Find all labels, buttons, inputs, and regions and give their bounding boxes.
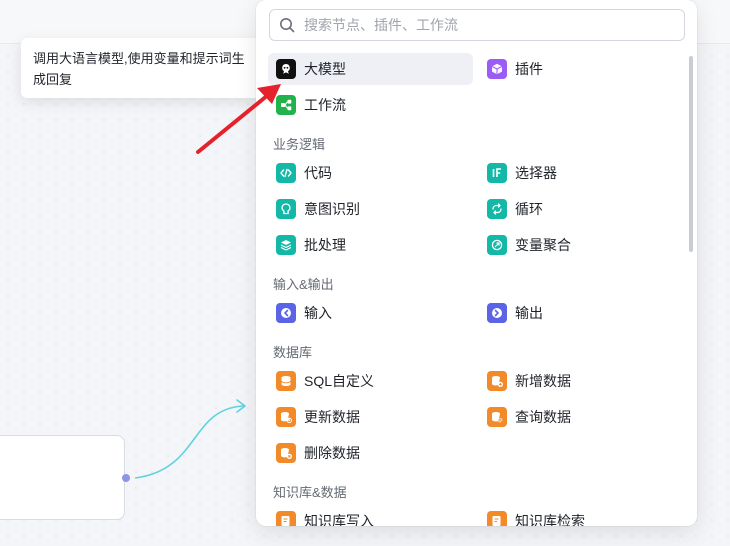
node-item-label: 循环: [515, 201, 543, 217]
node-picker-panel: 大模型 插件 工作流 业务逻辑 代码 选择器 意图识别 循环: [256, 0, 697, 526]
output-icon: [487, 303, 507, 323]
node-item-var-aggregate[interactable]: 变量聚合: [479, 229, 679, 261]
node-item-intent[interactable]: 意图识别: [268, 193, 468, 225]
kb-write-icon: [276, 511, 296, 526]
node-item-loop[interactable]: 循环: [479, 193, 679, 225]
node-item-label: 插件: [515, 61, 543, 77]
search-icon: [278, 16, 296, 34]
node-item-label: 大模型: [304, 61, 346, 77]
tooltip-text: 调用大语言模型,使用变量和提示词生成回复: [33, 51, 245, 87]
section-title-business-logic: 业务逻辑: [273, 137, 326, 152]
node-item-plugin[interactable]: 插件: [479, 53, 679, 85]
node-item-label: SQL自定义: [304, 373, 375, 389]
llm-icon: [276, 59, 296, 79]
node-item-selector[interactable]: 选择器: [479, 157, 679, 189]
search-input[interactable]: [304, 17, 684, 33]
input-icon: [276, 303, 296, 323]
node-item-label: 删除数据: [304, 445, 360, 461]
node-item-kb-search[interactable]: 知识库检索: [479, 505, 679, 526]
node-item-label: 变量聚合: [515, 237, 571, 253]
node-item-kb-write[interactable]: 知识库写入: [268, 505, 468, 526]
node-item-label: 知识库写入: [304, 513, 374, 526]
section-title-knowledge: 知识库&数据: [273, 485, 347, 500]
intent-icon: [276, 199, 296, 219]
node-item-db-delete[interactable]: 删除数据: [268, 437, 468, 469]
loop-icon: [487, 199, 507, 219]
aggregate-icon: [487, 235, 507, 255]
node-item-label: 意图识别: [304, 201, 360, 217]
db-update-icon: [276, 407, 296, 427]
node-item-label: 更新数据: [304, 409, 360, 425]
scrollbar[interactable]: [689, 56, 693, 252]
node-item-label: 新增数据: [515, 373, 571, 389]
db-delete-icon: [276, 443, 296, 463]
node-item-sql[interactable]: SQL自定义: [268, 365, 468, 397]
node-item-label: 输入: [304, 305, 332, 321]
db-add-icon: [487, 371, 507, 391]
code-icon: [276, 163, 296, 183]
section-title-database: 数据库: [273, 345, 313, 360]
node-item-llm[interactable]: 大模型: [268, 53, 473, 85]
kb-search-icon: [487, 511, 507, 526]
node-item-label: 知识库检索: [515, 513, 585, 526]
node-item-workflow[interactable]: 工作流: [268, 89, 468, 121]
node-item-label: 工作流: [304, 97, 346, 113]
node-item-output[interactable]: 输出: [479, 297, 679, 329]
batch-icon: [276, 235, 296, 255]
tooltip: 调用大语言模型,使用变量和提示词生成回复: [21, 38, 263, 98]
sql-icon: [276, 371, 296, 391]
if-icon: [487, 163, 507, 183]
node-item-db-update[interactable]: 更新数据: [268, 401, 468, 433]
node-item-input[interactable]: 输入: [268, 297, 468, 329]
node-output-port[interactable]: [122, 474, 130, 482]
section-title-io: 输入&输出: [273, 277, 334, 292]
node-item-db-add[interactable]: 新增数据: [479, 365, 679, 397]
workflow-icon: [276, 95, 296, 115]
node-item-label: 输出: [515, 305, 543, 321]
node-item-batch[interactable]: 批处理: [268, 229, 468, 261]
node-item-label: 查询数据: [515, 409, 571, 425]
db-query-icon: [487, 407, 507, 427]
node-item-db-query[interactable]: 查询数据: [479, 401, 679, 433]
node-item-label: 选择器: [515, 165, 557, 181]
node-item-label: 批处理: [304, 237, 346, 253]
search-box[interactable]: [269, 9, 685, 41]
plugin-icon: [487, 59, 507, 79]
workflow-node-card[interactable]: [0, 435, 125, 520]
node-item-code[interactable]: 代码: [268, 157, 468, 189]
node-item-label: 代码: [304, 165, 332, 181]
